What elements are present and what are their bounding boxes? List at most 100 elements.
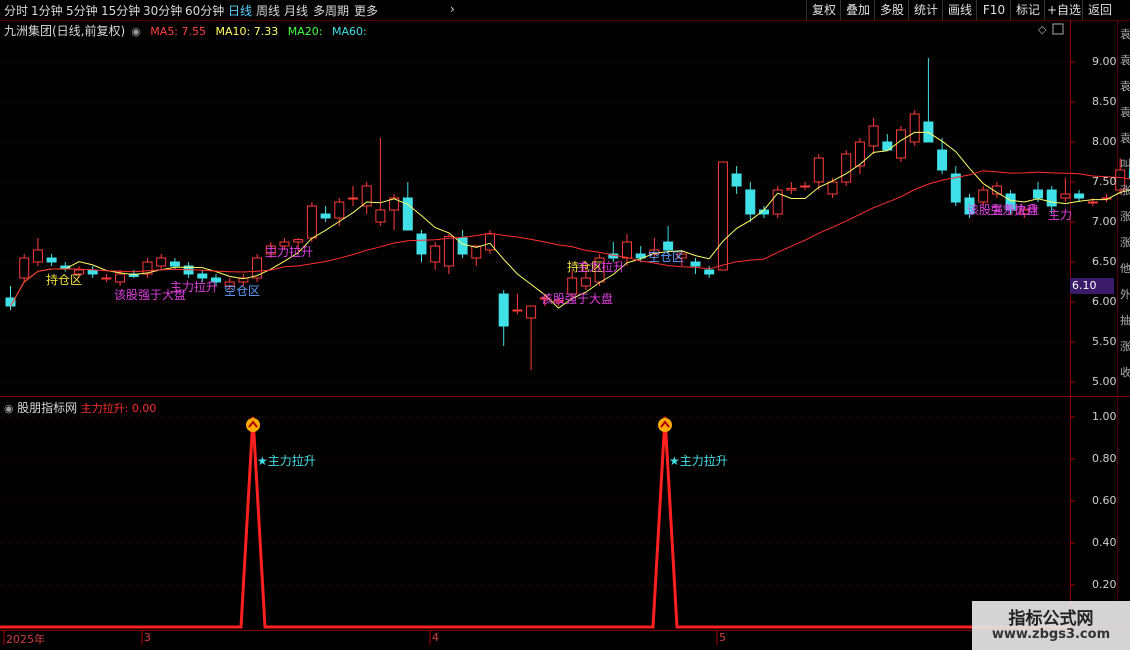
ma10-value: MA10: 7.33 bbox=[215, 25, 279, 38]
period-tab-5[interactable]: 60分钟 bbox=[185, 2, 224, 19]
toolbar-button-7[interactable]: +自选 bbox=[1044, 0, 1083, 20]
toolbar-button-3[interactable]: 统计 bbox=[908, 0, 943, 20]
indicator-value: 主力拉升: 0.00 bbox=[80, 402, 157, 415]
current-price-tag: 6.10 bbox=[1070, 278, 1114, 294]
candle-30 bbox=[416, 230, 427, 262]
annotation-8: 空仓区 bbox=[648, 250, 685, 264]
signal-line bbox=[0, 416, 1070, 629]
period-toolbar: 分时 1分钟 5分钟 15分钟 30分钟 60分钟 日线 周线 月线 多周期 更多 › 复权 叠加 多股 统计… bbox=[0, 0, 1130, 21]
more-arrow-icon[interactable]: › bbox=[450, 2, 455, 16]
candle-3 bbox=[46, 254, 57, 266]
annotation-5: 该股强于大盘 bbox=[541, 292, 614, 306]
toolbar-button-4[interactable]: 画线 bbox=[942, 0, 977, 20]
price-tick-1: 8.50 bbox=[1092, 95, 1117, 108]
right-edge-char-5: 叫 bbox=[1120, 158, 1130, 171]
main-chart-info: 九洲集团(日线,前复权) ◉ MA5: 7.55 MA10: 7.33 MA20:… bbox=[4, 22, 373, 39]
toolbar-button-6[interactable]: 标记 bbox=[1010, 0, 1045, 20]
right-edge-char-9: 他 bbox=[1120, 262, 1130, 275]
candle-18 bbox=[252, 254, 263, 282]
stock-title[interactable]: 九洲集团(日线,前复权) bbox=[4, 24, 125, 38]
annotation-4: 主力拉升 bbox=[170, 280, 219, 294]
period-tab-2[interactable]: 5分钟 bbox=[66, 2, 98, 19]
candle-34 bbox=[471, 245, 482, 266]
candle-75 bbox=[1033, 182, 1043, 202]
annotation-7: 主力拉升 bbox=[577, 260, 626, 274]
price-tick-0: 9.00 bbox=[1092, 55, 1117, 68]
right-edge-char-1: 袁 bbox=[1120, 54, 1130, 67]
candle-72 bbox=[991, 182, 1002, 198]
candle-13 bbox=[183, 262, 194, 278]
annotation-2: 主力拉升 bbox=[265, 245, 314, 259]
period-tab-8[interactable]: 月线 bbox=[284, 2, 308, 19]
candle-80 bbox=[1101, 194, 1112, 202]
collapse-icon[interactable]: ◉ bbox=[131, 25, 141, 38]
candle-32 bbox=[443, 234, 454, 274]
candle-29 bbox=[402, 182, 413, 231]
toolbar-button-1[interactable]: 叠加 bbox=[840, 0, 875, 20]
candle-27 bbox=[375, 138, 386, 226]
candle-6 bbox=[87, 266, 98, 278]
period-tab-4[interactable]: 30分钟 bbox=[143, 2, 182, 19]
period-tab-1[interactable]: 1分钟 bbox=[31, 2, 63, 19]
period-tab-7[interactable]: 周线 bbox=[256, 2, 280, 19]
candle-9 bbox=[128, 270, 139, 278]
svg-text:◇: ◇ bbox=[1038, 23, 1047, 36]
period-tab-9[interactable]: 多周期 bbox=[313, 2, 349, 19]
indicator-tick-3: 0.40 bbox=[1092, 536, 1117, 549]
price-tick-8: 5.00 bbox=[1092, 375, 1117, 388]
right-edge-char-13: 收 bbox=[1120, 366, 1130, 379]
period-tab-3[interactable]: 15分钟 bbox=[101, 2, 140, 19]
signal-label-1: ★主力拉升 bbox=[669, 454, 728, 468]
candle-22 bbox=[306, 202, 317, 242]
candle-66 bbox=[909, 110, 920, 146]
candle-38 bbox=[526, 305, 537, 370]
signal-marker-0 bbox=[246, 418, 260, 432]
date-tick-2: 4 bbox=[432, 631, 439, 644]
watermark: 指标公式网 www.zbgs3.com bbox=[972, 601, 1130, 650]
indicator-tick-2: 0.60 bbox=[1092, 494, 1117, 507]
toolbar-button-8[interactable]: 返回 bbox=[1082, 0, 1117, 20]
indicator-tick-1: 0.80 bbox=[1092, 452, 1117, 465]
watermark-url: www.zbgs3.com bbox=[991, 627, 1111, 642]
right-edge-char-4: 袁 bbox=[1120, 132, 1130, 145]
toolbar-button-5[interactable]: F10 bbox=[976, 0, 1011, 20]
kline-chart[interactable]: ◇ bbox=[0, 0, 1130, 650]
period-tab-10[interactable]: 更多 bbox=[354, 2, 378, 19]
right-edge-char-6: 涨 bbox=[1120, 184, 1130, 197]
annotation-11: 主力 bbox=[1048, 208, 1073, 222]
candle-57 bbox=[786, 182, 797, 194]
candle-0 bbox=[5, 286, 16, 310]
candle-55 bbox=[759, 206, 769, 218]
toolbar-button-2[interactable]: 多股 bbox=[874, 0, 909, 20]
price-tick-5: 6.50 bbox=[1092, 255, 1117, 268]
ma20-value: MA20: bbox=[287, 25, 323, 38]
candle-26 bbox=[361, 182, 372, 214]
indicator-info: ◉ 股朋指标网 主力拉升: 0.00 bbox=[4, 399, 156, 416]
candle-54 bbox=[745, 182, 756, 222]
candle-11 bbox=[156, 254, 167, 270]
candle-60 bbox=[827, 178, 838, 198]
period-tab-0[interactable]: 分时 bbox=[4, 2, 28, 19]
right-edge-char-3: 袁 bbox=[1120, 106, 1130, 119]
candle-46 bbox=[635, 246, 646, 262]
candle-53 bbox=[731, 166, 742, 194]
indicator-collapse-icon[interactable]: ◉ bbox=[4, 402, 14, 415]
ma5-value: MA5: 7.55 bbox=[150, 25, 207, 38]
right-edge-char-2: 袁 bbox=[1120, 80, 1130, 93]
candle-10 bbox=[142, 258, 153, 278]
candle-35 bbox=[485, 230, 495, 254]
candle-68 bbox=[937, 138, 948, 174]
indicator-name[interactable]: 股朋指标网 bbox=[17, 401, 77, 415]
toolbar-button-0[interactable]: 复权 bbox=[806, 0, 841, 20]
right-edge-char-12: 涨 bbox=[1120, 340, 1130, 353]
candle-67 bbox=[923, 58, 934, 143]
right-edge-char-7: 涨 bbox=[1120, 210, 1130, 223]
period-tab-6[interactable]: 日线 bbox=[228, 2, 252, 19]
candle-36 bbox=[498, 290, 509, 346]
right-edge-char-10: 外 bbox=[1120, 288, 1130, 301]
candle-64 bbox=[882, 134, 893, 151]
candle-23 bbox=[320, 206, 331, 222]
right-edge-char-11: 抽 bbox=[1120, 314, 1130, 327]
candle-24 bbox=[334, 198, 345, 226]
candle-2 bbox=[32, 238, 43, 266]
